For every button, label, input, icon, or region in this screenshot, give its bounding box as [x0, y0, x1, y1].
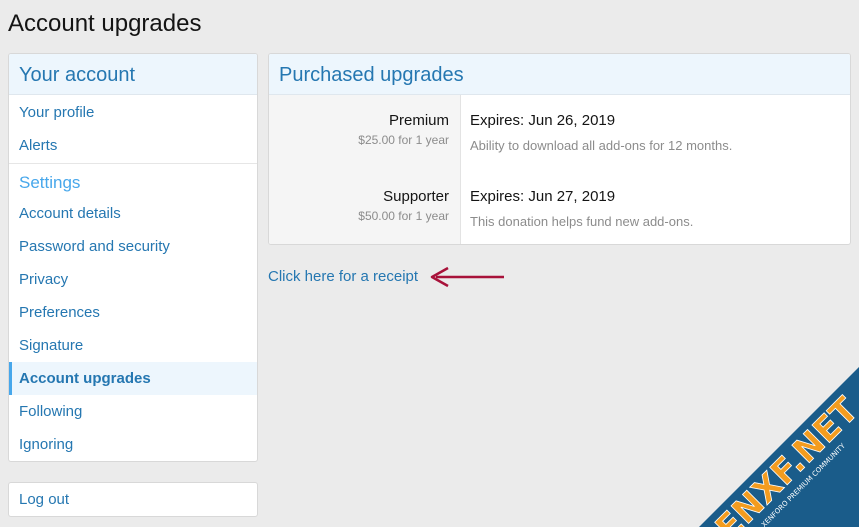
- upgrade-row: Supporter $50.00 for 1 year Expires: Jun…: [269, 171, 850, 244]
- logout-block: Log out: [8, 482, 258, 517]
- sidebar-item-password-security[interactable]: Password and security: [9, 230, 257, 263]
- upgrade-price: $25.00 for 1 year: [358, 133, 449, 147]
- sidebar-item-privacy[interactable]: Privacy: [9, 263, 257, 296]
- upgrades-list: Premium $25.00 for 1 year Expires: Jun 2…: [269, 95, 850, 244]
- upgrade-name: Supporter: [383, 188, 449, 205]
- sidebar-item-account-details[interactable]: Account details: [9, 197, 257, 230]
- sidebar-item-preferences[interactable]: Preferences: [9, 296, 257, 329]
- upgrade-row: Premium $25.00 for 1 year Expires: Jun 2…: [269, 95, 850, 171]
- logout-link[interactable]: Log out: [9, 483, 257, 516]
- account-sidebar: Your account Your profile Alerts Setting…: [8, 53, 258, 462]
- sidebar-item-account-upgrades[interactable]: Account upgrades: [9, 362, 257, 395]
- sidebar-item-following[interactable]: Following: [9, 395, 257, 428]
- upgrade-expires: Expires: Jun 26, 2019: [470, 112, 616, 129]
- sidebar-item-your-profile[interactable]: Your profile: [9, 96, 257, 129]
- upgrade-description: Ability to download all add-ons for 12 m…: [470, 138, 733, 153]
- enxf-watermark-logo: ENXF.NET XENFORO PREMIUM COMMUNITY: [699, 367, 859, 527]
- sidebar-item-ignoring[interactable]: Ignoring: [9, 428, 257, 461]
- purchased-upgrades-block: Purchased upgrades Premium $25.00 for 1 …: [268, 53, 851, 245]
- sidebar-item-signature[interactable]: Signature: [9, 329, 257, 362]
- page-title: Account upgrades: [8, 10, 202, 37]
- receipt-link[interactable]: Click here for a receipt: [268, 268, 418, 285]
- purchased-upgrades-header: Purchased upgrades: [269, 54, 850, 95]
- sidebar-item-alerts[interactable]: Alerts: [9, 129, 257, 162]
- upgrade-description: This donation helps fund new add-ons.: [470, 214, 694, 229]
- upgrade-expires: Expires: Jun 27, 2019: [470, 188, 616, 205]
- upgrade-price: $50.00 for 1 year: [358, 209, 449, 223]
- sidebar-header: Your account: [9, 54, 257, 95]
- upgrade-name: Premium: [388, 112, 449, 129]
- arrow-left-icon: [430, 266, 504, 288]
